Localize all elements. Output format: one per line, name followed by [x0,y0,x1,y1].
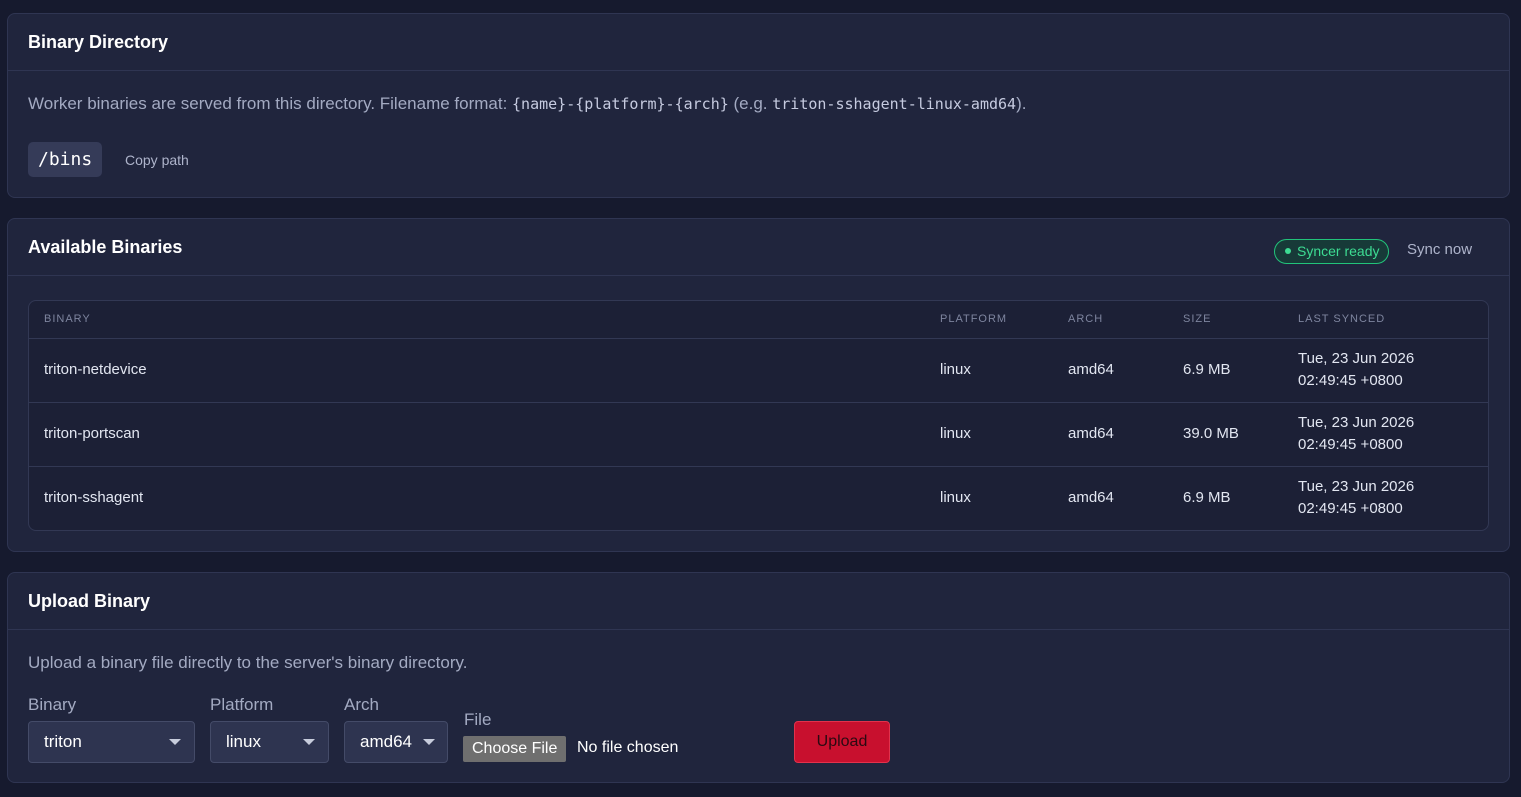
column-header-last-synced: LAST SYNCED [1298,301,1488,339]
binary-name-cell: triton-sshagent [44,489,144,507]
file-status-text: No file chosen [577,739,679,756]
last-synced-time: 02:49:45 +0800 [1298,436,1403,453]
filename-example: triton-sshagent-linux-amd64 [772,95,1017,113]
last-synced-time: 02:49:45 +0800 [1298,500,1403,518]
last-synced-time: 02:49:45 +0800 [1298,372,1403,389]
directory-path: /bins [28,142,103,177]
last-synced-cell: Tue, 23 Jun 2026 02:49:45 +0800 [1298,338,1488,403]
column-header-size: SIZE [1183,301,1298,339]
available-binaries-header: Available Binaries Syncer ready Sync now [8,219,1509,276]
table-header-row: BINARY PLATFORM ARCH SIZE LAST SYNCED [29,301,1488,339]
binary-name-cell: triton-netdevice [29,338,940,403]
arch-select-value: amd64 [360,732,412,751]
last-synced-cell: Tue, 23 Jun 2026 02:49:45 +0800 [1298,466,1488,530]
arch-select[interactable]: amd64 [344,721,448,763]
sync-now-button[interactable]: Sync now [1407,241,1472,258]
last-synced-date: Tue, 23 Jun 2026 [1298,478,1415,496]
filename-format-pattern: {name}-{platform}-{arch} [512,95,729,113]
platform-cell: linux [940,338,1068,403]
table-row: triton-sshagent linux amd64 6.9 MB Tue, … [29,466,1488,530]
upload-button[interactable]: Upload [794,721,890,763]
binary-select-value: triton [44,732,82,751]
copy-path-button[interactable]: Copy path [125,152,189,168]
column-header-binary: BINARY [29,301,940,339]
binary-directory-title: Binary Directory [28,32,169,52]
arch-field-label: Arch [344,695,379,714]
status-dot-icon [1285,248,1291,255]
arch-cell: amd64 [1068,402,1183,467]
syncer-status-text: Syncer ready [1297,243,1380,259]
column-header-platform: PLATFORM [940,301,1068,339]
platform-field-label: Platform [210,695,274,714]
binary-select[interactable]: triton [28,721,195,763]
available-binaries-card: Available Binaries Syncer ready Sync now… [7,218,1510,552]
upload-binary-title: Upload Binary [28,591,151,611]
chevron-down-icon [423,739,435,745]
chevron-down-icon [303,739,315,745]
syncer-status-badge: Syncer ready [1274,239,1390,264]
platform-select-value: linux [226,732,261,751]
last-synced-date: Tue, 23 Jun 2026 [1298,414,1415,431]
column-header-arch: ARCH [1068,301,1183,339]
binaries-table: BINARY PLATFORM ARCH SIZE LAST SYNCED tr… [28,300,1489,531]
description-prefix: Worker binaries are served from this dir… [28,94,513,113]
description-eg-prefix: (e.g. [728,94,773,113]
platform-cell: linux [940,489,971,507]
size-cell: 6.9 MB [1183,489,1231,507]
available-binaries-title: Available Binaries [28,237,183,257]
binary-field-label: Binary [28,695,77,714]
platform-select[interactable]: linux [210,721,329,763]
table-row: triton-netdevice linux amd64 6.9 MB Tue,… [29,338,1488,403]
arch-cell: amd64 [1068,489,1114,507]
upload-binary-header: Upload Binary [8,573,1509,630]
binary-directory-description: Worker binaries are served from this dir… [28,94,1026,114]
upload-binary-card: Upload Binary Upload a binary file direc… [7,572,1510,783]
table-row: triton-portscan linux amd64 39.0 MB Tue,… [29,402,1488,467]
chevron-down-icon [169,739,181,745]
binary-directory-card: Binary Directory Worker binaries are ser… [7,13,1510,198]
last-synced-cell: Tue, 23 Jun 2026 02:49:45 +0800 [1298,402,1488,467]
upload-description: Upload a binary file directly to the ser… [28,653,468,672]
last-synced-date: Tue, 23 Jun 2026 [1298,350,1415,367]
binary-name-cell: triton-portscan [29,402,940,467]
binary-directory-header: Binary Directory [8,14,1509,71]
choose-file-button[interactable]: Choose File [463,736,567,762]
platform-cell: linux [940,402,1068,467]
size-cell: 39.0 MB [1183,402,1298,467]
description-suffix: ). [1016,94,1027,113]
file-field-label: File [464,710,492,729]
arch-cell: amd64 [1068,338,1183,403]
size-cell: 6.9 MB [1183,338,1298,403]
